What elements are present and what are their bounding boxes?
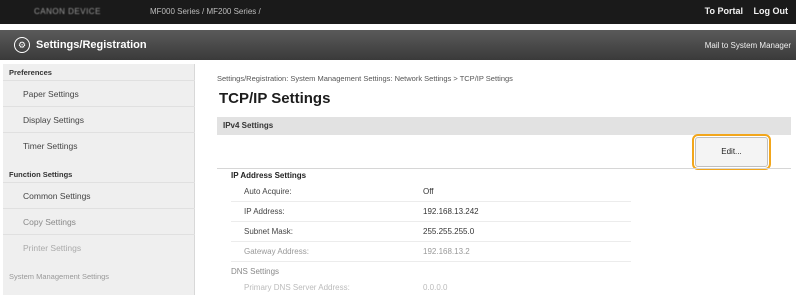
edit-button[interactable]: Edit... bbox=[692, 134, 771, 170]
field-value: 192.168.13.2 bbox=[423, 247, 470, 256]
sidebar-item-printer-settings[interactable]: Printer Settings bbox=[3, 234, 195, 260]
sidebar-item-display-settings[interactable]: Display Settings bbox=[3, 106, 195, 132]
dns-settings-heading: DNS Settings bbox=[231, 267, 280, 276]
field-value: Off bbox=[423, 187, 434, 196]
sidebar-item-label: Paper Settings bbox=[23, 89, 79, 99]
device-name: CANON DEVICE bbox=[34, 7, 101, 16]
field-label: IP Address: bbox=[244, 207, 285, 216]
field-label: Subnet Mask: bbox=[244, 227, 293, 236]
field-label: Gateway Address: bbox=[244, 247, 309, 256]
sidebar-item-timer-settings[interactable]: Timer Settings bbox=[3, 132, 195, 158]
field-row-primary-dns: Primary DNS Server Address: 0.0.0.0 bbox=[231, 278, 631, 295]
field-label: Auto Acquire: bbox=[244, 187, 292, 196]
sidebar-item-label: Timer Settings bbox=[23, 141, 78, 151]
mail-to-system-manager-link[interactable]: Mail to System Manager bbox=[705, 41, 791, 50]
sidebar-item-label: Printer Settings bbox=[23, 243, 82, 253]
field-row-ip-address: IP Address: 192.168.13.242 bbox=[231, 202, 631, 222]
app-title: Settings/Registration bbox=[36, 39, 147, 51]
field-row-subnet-mask: Subnet Mask: 255.255.255.0 bbox=[231, 222, 631, 242]
field-row-auto-acquire: Auto Acquire: Off bbox=[231, 182, 631, 202]
top-bar: CANON DEVICE MF000 Series / MF200 Series… bbox=[0, 0, 796, 24]
sidebar: Preferences Paper Settings Display Setti… bbox=[3, 64, 195, 295]
model-name: MF000 Series / MF200 Series / bbox=[150, 7, 261, 16]
ip-address-settings-heading: IP Address Settings bbox=[231, 171, 307, 180]
sidebar-item-paper-settings[interactable]: Paper Settings bbox=[3, 80, 195, 106]
field-value: 255.255.255.0 bbox=[423, 227, 475, 236]
to-portal-link[interactable]: To Portal bbox=[705, 6, 743, 16]
ipv4-settings-header: IPv4 Settings bbox=[217, 117, 791, 135]
sidebar-item-label: Copy Settings bbox=[23, 217, 76, 227]
section-label: IPv4 Settings bbox=[223, 121, 274, 130]
breadcrumb: Settings/Registration: System Management… bbox=[217, 74, 513, 83]
top-links: To Portal Log Out bbox=[697, 6, 788, 16]
field-label: Primary DNS Server Address: bbox=[244, 283, 350, 292]
page-title: TCP/IP Settings bbox=[219, 90, 331, 107]
sidebar-item-common-settings[interactable]: Common Settings bbox=[3, 182, 195, 208]
sidebar-item-label: Display Settings bbox=[23, 115, 84, 125]
title-bar: ⚙ Settings/Registration Mail to System M… bbox=[0, 30, 796, 60]
sidebar-section-function-settings: Function Settings bbox=[9, 170, 73, 179]
sidebar-section-preferences: Preferences bbox=[9, 68, 52, 77]
field-row-gateway-address: Gateway Address: 192.168.13.2 bbox=[231, 242, 631, 262]
main-content: Settings/Registration: System Management… bbox=[205, 64, 793, 295]
sidebar-section-system-management[interactable]: System Management Settings bbox=[9, 272, 109, 281]
log-out-link[interactable]: Log Out bbox=[754, 6, 789, 16]
field-value: 192.168.13.242 bbox=[423, 207, 479, 216]
divider bbox=[217, 168, 791, 169]
sidebar-item-label: Common Settings bbox=[23, 191, 91, 201]
gear-icon: ⚙ bbox=[14, 37, 30, 53]
field-value: 0.0.0.0 bbox=[423, 283, 448, 292]
sidebar-item-copy-settings[interactable]: Copy Settings bbox=[3, 208, 195, 234]
